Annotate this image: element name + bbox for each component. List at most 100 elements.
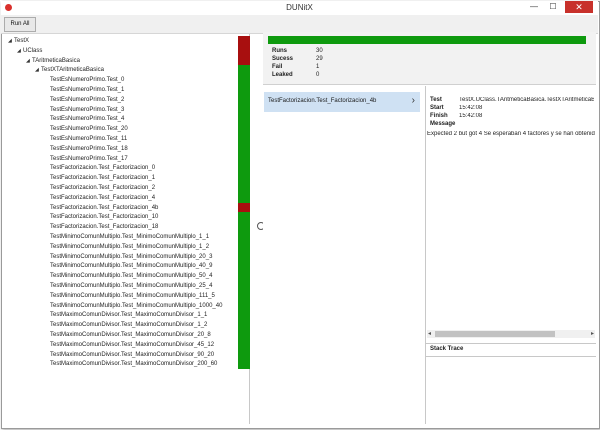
tree-node[interactable]: TestEsNumeroPrimo.Test_11 bbox=[50, 134, 127, 144]
tree-node[interactable]: TestFactorizacion.Test_Factorizacion_4 bbox=[50, 193, 155, 203]
runs-label: Runs bbox=[272, 48, 287, 54]
tree-node-label: TestEsNumeroPrimo.Test_17 bbox=[50, 155, 128, 162]
tree-node[interactable]: TestMinimoComunMultiplo.Test_MinimoComun… bbox=[50, 242, 209, 252]
tree-node-label: TestMinimoComunMultiplo.Test_MinimoComun… bbox=[50, 243, 210, 250]
tree-node[interactable]: TestEsNumeroPrimo.Test_17 bbox=[50, 154, 128, 164]
stack-trace-label: Stack Trace bbox=[430, 346, 464, 352]
tree-node-label: TestMinimoComunMultiplo.Test_MinimoComun… bbox=[50, 234, 210, 240]
tree-node[interactable]: TestFactorizacion.Test_Factorizacion_18 bbox=[50, 222, 158, 232]
tree-node-label: TestFactorizacion.Test_Factorizacion_1 bbox=[50, 175, 156, 182]
runs-value: 30 bbox=[316, 48, 323, 54]
start-label: Start bbox=[430, 105, 444, 111]
tree-node-label: TestEsNumeroPrimo.Test_4 bbox=[50, 116, 125, 123]
tree-node[interactable]: TestMinimoComunMultiplo.Test_MinimoComun… bbox=[50, 271, 212, 281]
tree-node-label: TestMaximoComunDivisor.Test_MaximoComunD… bbox=[50, 332, 211, 338]
close-button[interactable]: ✕ bbox=[565, 1, 593, 13]
window-title: DUNitX bbox=[286, 3, 313, 12]
tree-node-label: TestFactorizacion.Test_Factorizacion_4b bbox=[50, 204, 159, 211]
tree-node[interactable]: TestMaximoComunDivisor.Test_MaximoComunD… bbox=[50, 359, 217, 369]
horizontal-scrollbar[interactable]: ◂ ▸ bbox=[427, 330, 595, 338]
test-label: Test bbox=[430, 97, 442, 103]
tree-node[interactable]: ◢ TestXTAritmeticaBasica bbox=[35, 65, 104, 75]
tree-node[interactable]: TestMaximoComunDivisor.Test_MaximoComunD… bbox=[50, 330, 211, 340]
tree-node[interactable]: ◢ TestX bbox=[8, 36, 29, 46]
tree-node[interactable]: TestMaximoComunDivisor.Test_MaximoComunD… bbox=[50, 350, 214, 360]
leaked-label: Leaked bbox=[272, 72, 293, 78]
tree-node-label: TestMaximoComunDivisor.Test_MaximoComunD… bbox=[50, 322, 208, 329]
tree-node-label: TestMaximoComunDivisor.Test_MaximoComunD… bbox=[50, 351, 215, 358]
tree-node-label: UClass bbox=[23, 47, 43, 54]
tree-node[interactable]: TestEsNumeroPrimo.Test_4 bbox=[50, 114, 124, 124]
title-bar: DUNitX — ☐ ✕ bbox=[1, 1, 598, 15]
tree-node[interactable]: TestEsNumeroPrimo.Test_18 bbox=[50, 144, 128, 154]
finish-label: Finish bbox=[430, 113, 448, 119]
tree-node-label: TestMinimoComunMultiplo.Test_MinimoComun… bbox=[50, 292, 215, 299]
progress-bar bbox=[268, 36, 586, 44]
tree-node-label: TestMaximoComunDivisor.Test_MaximoComunD… bbox=[50, 361, 218, 368]
tree-node[interactable]: TestFactorizacion.Test_Factorizacion_4b bbox=[50, 203, 158, 213]
progress-bar-fill bbox=[268, 36, 586, 44]
tree-node-label: TestEsNumeroPrimo.Test_1 bbox=[50, 87, 125, 93]
tree-node-label: TestEsNumeroPrimo.Test_3 bbox=[50, 106, 125, 113]
tree-node[interactable]: ◢ TAritmeticaBasica bbox=[26, 56, 80, 66]
message-label: Message bbox=[430, 121, 456, 127]
success-label: Sucess bbox=[272, 56, 294, 62]
tree-node[interactable]: TestMinimoComunMultiplo.Test_MinimoComun… bbox=[50, 261, 212, 271]
message-text: Expected 2 but got 4 Se esperaban 4 fact… bbox=[427, 131, 595, 137]
tree-node-label: TestFactorizacion.Test_Factorizacion_18 bbox=[50, 224, 159, 231]
tree-node[interactable]: TestEsNumeroPrimo.Test_1 bbox=[50, 85, 124, 95]
maximize-button[interactable]: ☐ bbox=[546, 1, 560, 13]
tree-node-label: TestFactorizacion.Test_Factorizacion_4 bbox=[50, 194, 156, 201]
run-all-button[interactable]: Run All bbox=[4, 17, 36, 32]
failure-list-item[interactable]: TestFactorizacion.Test_Factorizacion_4b … bbox=[264, 92, 420, 112]
tree-node[interactable]: TestMaximoComunDivisor.Test_MaximoComunD… bbox=[50, 340, 214, 350]
tree-node[interactable]: TestMaximoComunDivisor.Test_MaximoComunD… bbox=[50, 320, 207, 330]
tree-node[interactable]: TestFactorizacion.Test_Factorizacion_0 bbox=[50, 163, 155, 173]
tree-node[interactable]: TestMinimoComunMultiplo.Test_MinimoComun… bbox=[50, 232, 209, 242]
tree-node[interactable]: TestMinimoComunMultiplo.Test_MinimoComun… bbox=[50, 291, 215, 301]
tree-node[interactable]: TestMinimoComunMultiplo.Test_MinimoComun… bbox=[50, 301, 222, 311]
tree-node-label: TestX bbox=[14, 38, 30, 44]
tree-node-label: TestXTAritmeticaBasica bbox=[41, 67, 104, 74]
tree-node-label: TestFactorizacion.Test_Factorizacion_10 bbox=[50, 214, 159, 221]
tree-node-label: TestFactorizacion.Test_Factorizacion_2 bbox=[50, 185, 156, 191]
tree-node[interactable]: TestEsNumeroPrimo.Test_3 bbox=[50, 105, 124, 115]
tree-node-label: TestEsNumeroPrimo.Test_11 bbox=[50, 136, 128, 142]
tree-node[interactable]: TestFactorizacion.Test_Factorizacion_1 bbox=[50, 173, 155, 183]
tree-node[interactable]: TestEsNumeroPrimo.Test_0 bbox=[50, 75, 124, 85]
tree-node-label: TAritmeticaBasica bbox=[32, 57, 80, 64]
leaked-value: 0 bbox=[316, 72, 320, 78]
fail-label: Fail bbox=[272, 64, 283, 70]
tree-node[interactable]: TestFactorizacion.Test_Factorizacion_2 bbox=[50, 183, 155, 193]
fail-value: 1 bbox=[316, 64, 320, 70]
test-tree[interactable]: ◢ TestX ◢ UClass ◢ TAritmeticaBasica ◢ TestXTAr… bbox=[4, 34, 251, 424]
tree-node-label: TestMaximoComunDivisor.Test_MaximoComunD… bbox=[50, 312, 208, 319]
tree-node-label: TestEsNumeroPrimo.Test_0 bbox=[50, 77, 125, 84]
tree-node-label: TestMinimoComunMultiplo.Test_MinimoComun… bbox=[50, 273, 213, 280]
failure-item-label: TestFactorizacion.Test_Factorizacion_4b bbox=[268, 98, 377, 104]
failures-list bbox=[263, 86, 426, 424]
test-value: TestX.UClass.TAritmeticaBasica.TestXTAri… bbox=[459, 97, 594, 103]
scroll-left-icon[interactable]: ◂ bbox=[428, 330, 431, 338]
success-value: 29 bbox=[316, 56, 323, 62]
tree-node[interactable]: TestMaximoComunDivisor.Test_MaximoComunD… bbox=[50, 310, 207, 320]
tree-node[interactable]: TestMinimoComunMultiplo.Test_MinimoComun… bbox=[50, 281, 212, 291]
tree-node-label: TestEsNumeroPrimo.Test_2 bbox=[50, 96, 125, 103]
finish-value: 15:42:08 bbox=[459, 113, 483, 119]
tree-node[interactable]: ◢ UClass bbox=[17, 46, 42, 56]
tree-node-label: TestMinimoComunMultiplo.Test_MinimoComun… bbox=[50, 302, 223, 309]
scroll-right-icon[interactable]: ▸ bbox=[591, 330, 594, 338]
tree-node-label: TestMaximoComunDivisor.Test_MaximoComunD… bbox=[50, 341, 215, 348]
minimize-button[interactable]: — bbox=[527, 1, 541, 13]
stack-trace-header: Stack Trace bbox=[426, 343, 596, 357]
tree-node[interactable]: TestMinimoComunMultiplo.Test_MinimoComun… bbox=[50, 252, 212, 262]
tree-node-label: TestMinimoComunMultiplo.Test_MinimoComun… bbox=[50, 263, 213, 270]
tree-node[interactable]: TestEsNumeroPrimo.Test_2 bbox=[50, 95, 124, 105]
start-value: 15:42:08 bbox=[459, 105, 483, 111]
tree-node-label: TestMinimoComunMultiplo.Test_MinimoComun… bbox=[50, 253, 213, 260]
tree-node[interactable]: TestEsNumeroPrimo.Test_20 bbox=[50, 124, 128, 134]
tree-node[interactable]: TestFactorizacion.Test_Factorizacion_10 bbox=[50, 212, 158, 222]
scrollbar-thumb[interactable] bbox=[435, 331, 555, 337]
tree-node-label: TestEsNumeroPrimo.Test_20 bbox=[50, 126, 128, 133]
tree-node-label: TestEsNumeroPrimo.Test_18 bbox=[50, 145, 128, 152]
